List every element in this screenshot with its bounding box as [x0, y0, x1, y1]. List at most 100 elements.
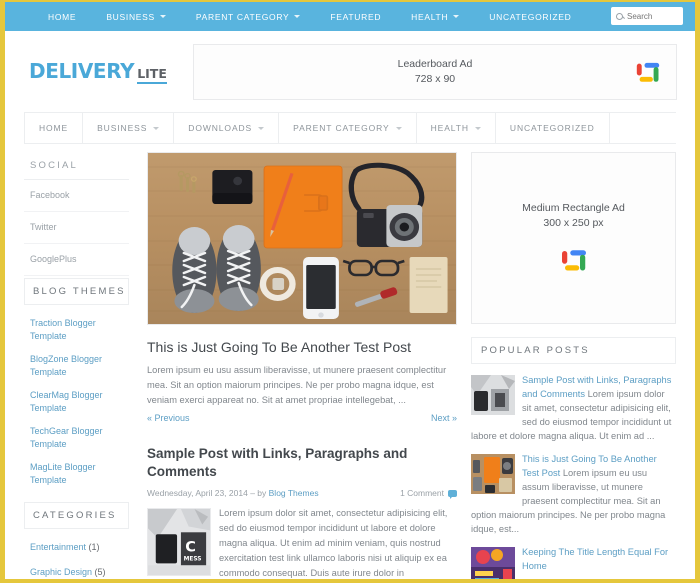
post-title-2[interactable]: Sample Post with Links, Paragraphs and C…: [147, 445, 457, 481]
theme-link-blogzone[interactable]: BlogZone Blogger Template: [24, 348, 129, 384]
categories-list: Entertainment (1) Graphic Design (5) HTM…: [24, 529, 129, 579]
topnav-item-business[interactable]: BUSINESS: [91, 12, 181, 22]
blog-themes-widget-title: BLOG THEMES: [24, 278, 129, 305]
chevron-down-icon: [294, 15, 301, 18]
right-sidebar: Medium Rectangle Ad 300 x 250 px POPULAR…: [471, 152, 676, 579]
topnav-item-uncategorized[interactable]: UNCATEGORIZED: [474, 12, 586, 22]
subnav-item-uncategorized[interactable]: UNCATEGORIZED: [496, 113, 610, 143]
chevron-down-icon: [395, 126, 402, 130]
popular-post-thumbnail[interactable]: [471, 547, 515, 579]
subnav-label: DOWNLOADS: [188, 123, 253, 133]
social-link-facebook[interactable]: Facebook: [24, 180, 129, 212]
category-label: Graphic Design: [30, 567, 93, 577]
secondary-navigation: HOME BUSINESS DOWNLOADS PARENT CATEGORY …: [24, 112, 676, 144]
category-label: Entertainment: [30, 542, 87, 552]
site-logo[interactable]: DELIVERY LITE: [25, 59, 193, 84]
categories-widget-title: CATEGORIES: [24, 502, 129, 529]
topnav-item-parent-category[interactable]: PARENT CATEGORY: [181, 12, 315, 22]
category-link-entertainment[interactable]: Entertainment (1): [24, 535, 129, 560]
post-pagination: « Previous Next »: [147, 413, 457, 423]
subnav-item-home[interactable]: HOME: [24, 113, 84, 143]
popular-post-item: Keeping The Title Length Equal For Home: [471, 536, 676, 579]
leaderboard-ad-line2: 728 x 90: [414, 72, 456, 85]
topnav-label: HOME: [48, 11, 77, 22]
next-link[interactable]: Next »: [431, 413, 457, 423]
svg-text:C: C: [185, 540, 196, 556]
logo-main-text: DELIVERY: [29, 59, 135, 83]
popular-post-item: This is Just Going To Be Another Test Po…: [471, 443, 676, 536]
content-area: SOCIAL Facebook Twitter GooglePlus BLOG …: [5, 144, 695, 579]
topnav-item-health[interactable]: HEALTH: [396, 12, 474, 22]
site-page: HOME BUSINESS PARENT CATEGORY FEATURED H…: [0, 0, 700, 583]
post-featured-image[interactable]: [147, 152, 457, 325]
theme-link-techgear[interactable]: TechGear Blogger Template: [24, 420, 129, 456]
logo-sub-text: LITE: [137, 66, 167, 84]
topnav-item-home[interactable]: HOME: [33, 12, 91, 22]
blog-themes-list: Traction Blogger Template BlogZone Blogg…: [24, 305, 129, 492]
popular-posts-title: POPULAR POSTS: [471, 337, 676, 364]
category-count: (5): [94, 567, 106, 577]
subnav-item-parent-category[interactable]: PARENT CATEGORY: [279, 113, 417, 143]
popular-post-thumbnail[interactable]: [471, 454, 515, 494]
post-author-prefix: – by: [250, 488, 267, 498]
post-excerpt-1: Lorem ipsum eu usu assum liberavisse, ut…: [147, 365, 447, 405]
left-sidebar: SOCIAL Facebook Twitter GooglePlus BLOG …: [24, 152, 137, 577]
theme-link-maglite[interactable]: MagLite Blogger Template: [24, 456, 129, 492]
post-meta-2: Wednesday, April 23, 2014 – by Blog Them…: [147, 488, 457, 499]
topnav-label: PARENT CATEGORY: [195, 11, 290, 22]
social-link-twitter[interactable]: Twitter: [24, 212, 129, 244]
comment-count-wrap[interactable]: 1 Comment: [400, 488, 457, 499]
medium-ad-line2: 300 x 250 px: [543, 217, 604, 229]
search-icon: [616, 12, 623, 20]
colorful-poster-thumbnail: [471, 547, 515, 579]
main-post-column: This is Just Going To Be Another Test Po…: [137, 152, 471, 578]
previous-link[interactable]: « Previous: [147, 413, 190, 423]
topnav-item-featured[interactable]: FEATURED: [315, 12, 396, 22]
subnav-item-health[interactable]: HEALTH: [417, 113, 496, 143]
topnav-label: UNCATEGORIZED: [489, 11, 572, 22]
theme-link-clearmag[interactable]: ClearMag Blogger Template: [24, 384, 129, 420]
category-count: (1): [88, 542, 100, 552]
category-link-graphic-design[interactable]: Graphic Design (5): [24, 560, 129, 579]
medium-rectangle-ad-slot[interactable]: Medium Rectangle Ad 300 x 250 px: [471, 152, 676, 324]
subnav-item-business[interactable]: BUSINESS: [83, 113, 175, 143]
comment-count-label: 1 Comment: [400, 488, 444, 498]
chevron-down-icon: [258, 126, 265, 130]
social-link-googleplus[interactable]: GooglePlus: [24, 244, 129, 276]
chevron-down-icon: [453, 15, 460, 18]
creative-mess-thumbnail: C MESS: [148, 509, 210, 575]
search-input[interactable]: [627, 11, 678, 21]
medium-ad-text: Medium Rectangle Ad 300 x 250 px: [522, 201, 625, 231]
search-box[interactable]: [611, 7, 683, 25]
google-ads-icon: [636, 62, 660, 82]
popular-post-thumbnail[interactable]: [471, 375, 515, 415]
top-nav-list: HOME BUSINESS PARENT CATEGORY FEATURED H…: [33, 12, 586, 22]
social-widget-title: SOCIAL: [24, 152, 129, 180]
leaderboard-ad-slot[interactable]: Leaderboard Ad 728 x 90: [193, 43, 677, 100]
comment-bubble-icon: [448, 489, 457, 499]
google-ads-icon: [561, 250, 586, 271]
theme-link-traction[interactable]: Traction Blogger Template: [24, 312, 129, 348]
post-thumbnail-2[interactable]: C MESS: [147, 508, 211, 576]
social-link-list: Facebook Twitter GooglePlus: [24, 180, 129, 276]
popular-post-link[interactable]: Keeping The Title Length Equal For Home: [522, 547, 668, 571]
svg-text:MESS: MESS: [184, 556, 202, 562]
flat-lay-photo: [148, 153, 456, 324]
desk-items-thumbnail: [471, 375, 515, 415]
top-navigation-bar: HOME BUSINESS PARENT CATEGORY FEATURED H…: [5, 2, 695, 31]
post-title-1[interactable]: This is Just Going To Be Another Test Po…: [147, 338, 457, 356]
subnav-label: PARENT CATEGORY: [293, 123, 390, 133]
subnav-label: HOME: [39, 123, 69, 133]
subnav-label: HEALTH: [430, 123, 469, 133]
subnav-item-downloads[interactable]: DOWNLOADS: [174, 113, 280, 143]
chevron-down-icon: [474, 126, 481, 130]
subnav-label: BUSINESS: [97, 123, 148, 133]
post-excerpt-2-wrap: C MESS Lorem ipsum dolor sit amet, conse…: [147, 506, 457, 579]
post-date: Wednesday, April 23, 2014: [147, 488, 248, 498]
chevron-down-icon: [159, 15, 166, 18]
site-header: DELIVERY LITE Leaderboard Ad 728 x 90: [5, 31, 695, 112]
post-author-link[interactable]: Blog Themes: [269, 488, 319, 498]
subnav-label: UNCATEGORIZED: [509, 123, 595, 133]
chevron-down-icon: [153, 126, 160, 130]
medium-ad-line1: Medium Rectangle Ad: [522, 202, 625, 214]
